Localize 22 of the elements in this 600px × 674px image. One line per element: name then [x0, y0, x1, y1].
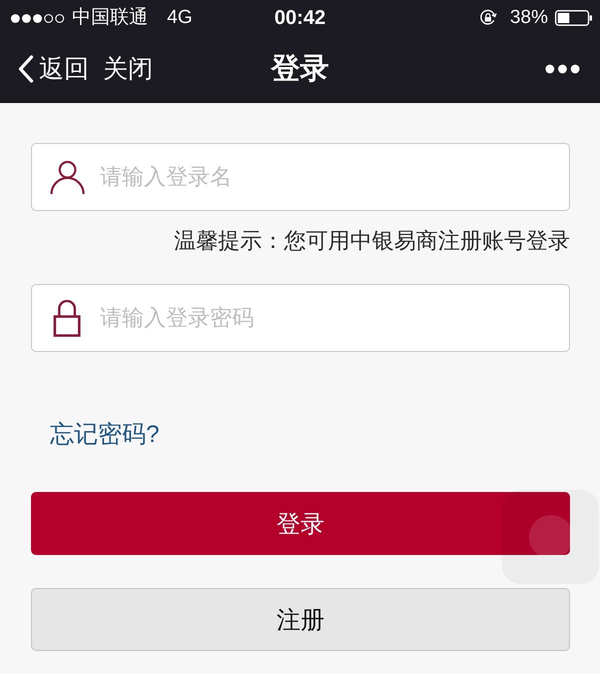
login-button[interactable]: 登录	[31, 492, 570, 555]
clock-time: 00:42	[274, 7, 326, 29]
password-field[interactable]: 请输入登录密码	[31, 284, 570, 352]
battery-percentage: 38%	[510, 7, 548, 29]
forgot-password-link[interactable]: 忘记密码?	[50, 420, 160, 450]
more-dots-icon	[545, 64, 580, 74]
signal-strength-icon	[10, 12, 65, 24]
network-type: 4G	[167, 7, 192, 29]
username-field[interactable]: 请输入登录名	[31, 143, 570, 211]
rotation-lock-icon	[478, 9, 497, 27]
battery-icon	[555, 10, 592, 26]
assistive-touch-button[interactable]	[502, 490, 599, 584]
chevron-left-icon	[17, 55, 34, 83]
back-button[interactable]: 返回	[17, 54, 89, 84]
page-title: 登录	[271, 52, 329, 86]
padlock-icon	[53, 300, 81, 337]
person-icon	[50, 160, 85, 195]
hint-text: 温馨提示：您可用中银易商注册账号登录	[174, 227, 570, 255]
carrier-name: 中国联通	[72, 7, 148, 29]
register-button[interactable]: 注册	[31, 588, 570, 651]
close-button[interactable]: 关闭	[103, 54, 153, 84]
more-button[interactable]	[545, 64, 580, 74]
